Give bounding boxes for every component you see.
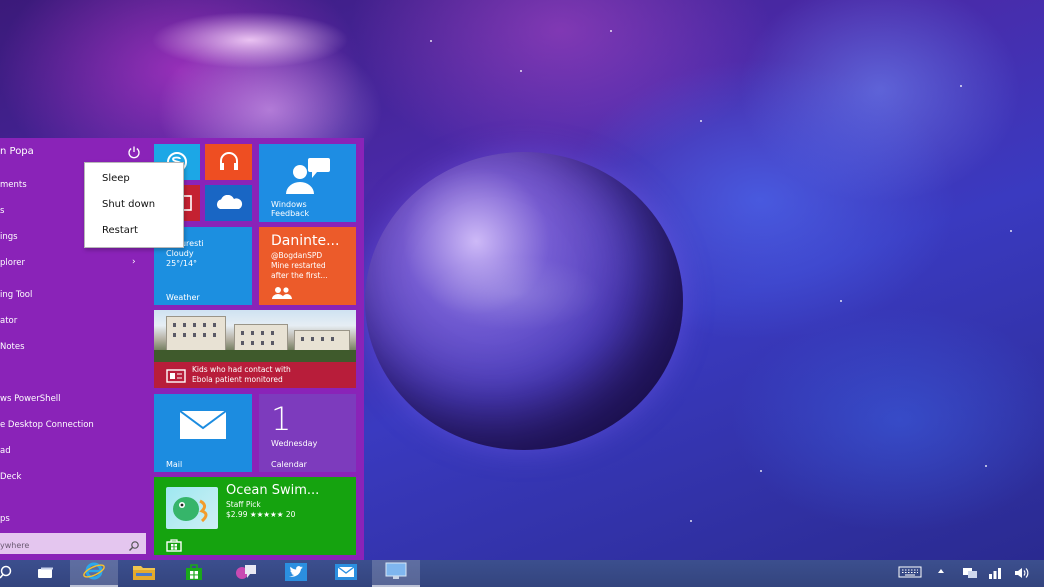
app-switch-icon [234, 563, 258, 585]
weather-temps: 25°/14° [166, 259, 198, 268]
feedback-label-line2: Feedback [271, 209, 310, 218]
star [960, 85, 962, 87]
taskbar [0, 560, 1044, 587]
mail-button[interactable] [322, 560, 370, 587]
star [700, 120, 702, 122]
tile-label: Weather [166, 293, 200, 302]
news-headline: Kids who had contact with Ebola patient … [192, 365, 291, 385]
tile-mail[interactable]: Mail [154, 394, 252, 472]
search-icon [0, 564, 13, 583]
app-item-notepad[interactable]: ad [0, 446, 11, 456]
cloud-icon [214, 194, 244, 215]
app-item-snipping-tool[interactable]: ing Tool [0, 290, 32, 300]
chevron-up-icon[interactable] [937, 567, 945, 578]
sleep-option[interactable]: Sleep [102, 173, 130, 184]
internet-explorer-icon [83, 561, 105, 585]
building [166, 316, 226, 352]
mail-icon [179, 410, 227, 444]
power-options-menu: Sleep Shut down Restart [84, 162, 184, 248]
calendar-day: 1 [271, 400, 292, 438]
store-price-rating: $2.99 ★★★★★ 20 [226, 510, 296, 519]
star [610, 30, 612, 32]
store-app-details: Staff Pick $2.99 ★★★★★ 20 [226, 500, 295, 520]
star [690, 520, 692, 522]
planet [365, 152, 683, 450]
tile-people[interactable]: Daninte... @BogdanSPD Mine restarted aft… [259, 227, 356, 305]
headphones-icon [217, 150, 241, 176]
store-button[interactable] [170, 560, 218, 587]
news-icon [166, 368, 186, 387]
remote-desktop-icon [385, 562, 407, 584]
tile-news[interactable]: Kids who had contact with Ebola patient … [154, 310, 356, 388]
tile-label: Calendar [271, 460, 307, 469]
feedback-label-line1: Windows [271, 200, 307, 209]
app-item-deck[interactable]: Deck [0, 472, 21, 482]
tile-onedrive[interactable] [205, 185, 252, 221]
file-explorer-button[interactable] [120, 560, 168, 587]
news-line1: Kids who had contact with [192, 365, 291, 374]
tile-music[interactable] [205, 144, 252, 180]
search-icon[interactable] [128, 537, 140, 551]
app-item-sticky-notes[interactable]: Notes [0, 342, 25, 352]
twitter-icon [285, 562, 307, 585]
weather-condition: Cloudy [166, 249, 194, 258]
store-subtitle: Staff Pick [226, 500, 261, 509]
feedback-icon [284, 156, 332, 200]
tile-label: Mail [166, 460, 183, 469]
action-center-icon[interactable] [962, 566, 978, 583]
star [840, 300, 842, 302]
app-item-pictures[interactable]: s [0, 206, 4, 216]
tile-calendar[interactable]: 1 Wednesday Calendar [259, 394, 356, 472]
news-line2: Ebola patient monitored [192, 375, 283, 384]
task-view-button[interactable] [22, 560, 70, 587]
store-icon [185, 563, 203, 585]
mail-icon [335, 563, 357, 584]
task-view-icon [37, 564, 55, 583]
star [1010, 230, 1012, 232]
keyboard-icon[interactable] [898, 566, 922, 581]
tile-label: Windows Feedback [271, 200, 309, 218]
people-handle: @BogdanSPD [271, 251, 323, 260]
tile-store[interactable]: Ocean Swim... Staff Pick $2.99 ★★★★★ 20 [154, 477, 356, 555]
people-line2: after the first... [271, 271, 328, 280]
people-line1: Mine restarted [271, 261, 326, 270]
app-item-file-explorer[interactable]: plorer [0, 258, 25, 268]
star [520, 70, 522, 72]
volume-icon[interactable] [1014, 566, 1030, 583]
app-switcher-button[interactable] [222, 560, 270, 587]
star [430, 40, 432, 42]
twitter-button[interactable] [272, 560, 320, 587]
star [760, 470, 762, 472]
start-search-box[interactable] [0, 533, 146, 556]
search-input[interactable] [0, 535, 120, 556]
store-app-title: Ocean Swim... [226, 483, 320, 498]
power-icon[interactable] [127, 144, 141, 159]
people-info: @BogdanSPD Mine restarted after the firs… [271, 251, 328, 281]
app-item-settings[interactable]: ings [0, 232, 18, 242]
shut-down-option[interactable]: Shut down [102, 199, 155, 210]
user-name[interactable]: n Popa [0, 146, 34, 157]
tile-windows-feedback[interactable]: Windows Feedback [259, 144, 356, 222]
people-icon [271, 285, 293, 304]
news-photo [154, 310, 356, 362]
app-item-documents[interactable]: ments [0, 180, 27, 190]
app-item-powershell[interactable]: ws PowerShell [0, 394, 61, 404]
restart-option[interactable]: Restart [102, 225, 138, 236]
trees [154, 350, 356, 362]
calendar-weekday: Wednesday [271, 439, 318, 448]
app-item-remote-desktop[interactable]: e Desktop Connection [0, 420, 94, 430]
app-artwork [166, 487, 218, 529]
remote-desktop-button[interactable] [372, 560, 420, 587]
folder-icon [132, 563, 156, 585]
internet-explorer-button[interactable] [70, 560, 118, 587]
star [985, 465, 987, 467]
people-title: Daninte... [271, 233, 340, 249]
chevron-right-icon[interactable]: › [132, 257, 136, 267]
store-icon [166, 537, 182, 555]
network-icon[interactable] [987, 566, 1003, 583]
app-item-all-apps[interactable]: ps [0, 514, 10, 524]
app-item-calculator[interactable]: ator [0, 316, 17, 326]
